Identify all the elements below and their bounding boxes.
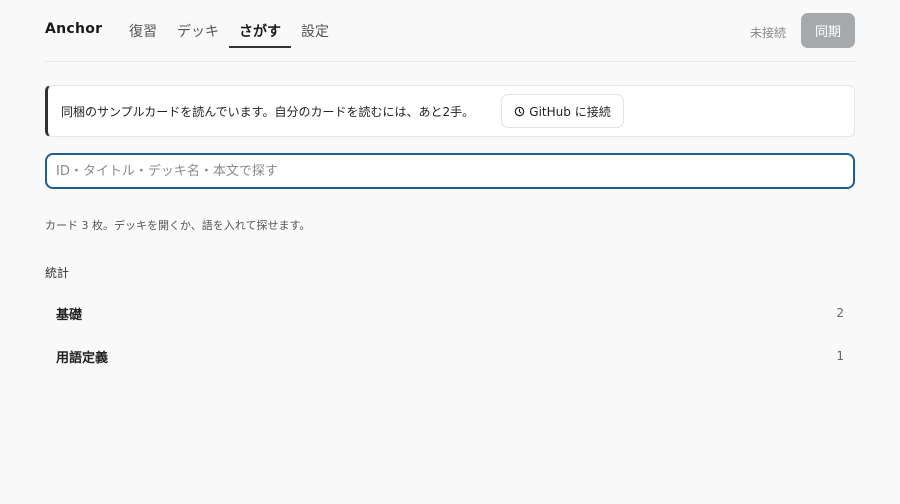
nav-tabs: 復習 デッキ さがす 設定 xyxy=(119,0,339,62)
tab-search[interactable]: さがす xyxy=(229,0,291,48)
app-brand: Anchor xyxy=(45,21,103,37)
tab-review[interactable]: 復習 xyxy=(119,0,167,48)
deck-card-count: 2 xyxy=(836,306,844,320)
search-input[interactable] xyxy=(45,153,855,189)
tab-decks[interactable]: デッキ xyxy=(167,0,229,48)
card-count-hint: カード 3 枚。デッキを開くか、語を入れて探せます。 xyxy=(45,219,311,232)
tab-settings[interactable]: 設定 xyxy=(291,0,339,48)
sync-button[interactable]: 同期 xyxy=(801,13,855,48)
deck-row-glossary[interactable]: 用語定義 1 xyxy=(45,333,855,376)
notice-text: 同梱のサンプルカードを読んでいます。自分のカードを読むには、あと2手。 xyxy=(61,105,475,119)
connect-github-button[interactable]: GitHub に接続 xyxy=(501,94,624,128)
deck-stats-list: 基礎 2 用語定義 1 xyxy=(45,290,855,376)
clock-icon xyxy=(514,106,525,116)
top-nav: Anchor 復習 デッキ さがす 設定 未接続 同期 xyxy=(45,0,855,62)
stats-heading: 統計 xyxy=(45,266,70,280)
deck-name: 基礎 xyxy=(56,308,83,323)
sample-notice-banner: 同梱のサンプルカードを読んでいます。自分のカードを読むには、あと2手。 GitH… xyxy=(45,85,855,137)
deck-card-count: 1 xyxy=(836,349,844,363)
deck-row-basics[interactable]: 基礎 2 xyxy=(45,290,855,333)
connection-status: 未接続 xyxy=(749,26,786,40)
connect-github-label: GitHub に接続 xyxy=(529,104,611,119)
deck-name: 用語定義 xyxy=(56,351,109,366)
app-page: Anchor 復習 デッキ さがす 設定 未接続 同期 同梱のサンプルカードを読… xyxy=(0,0,900,504)
